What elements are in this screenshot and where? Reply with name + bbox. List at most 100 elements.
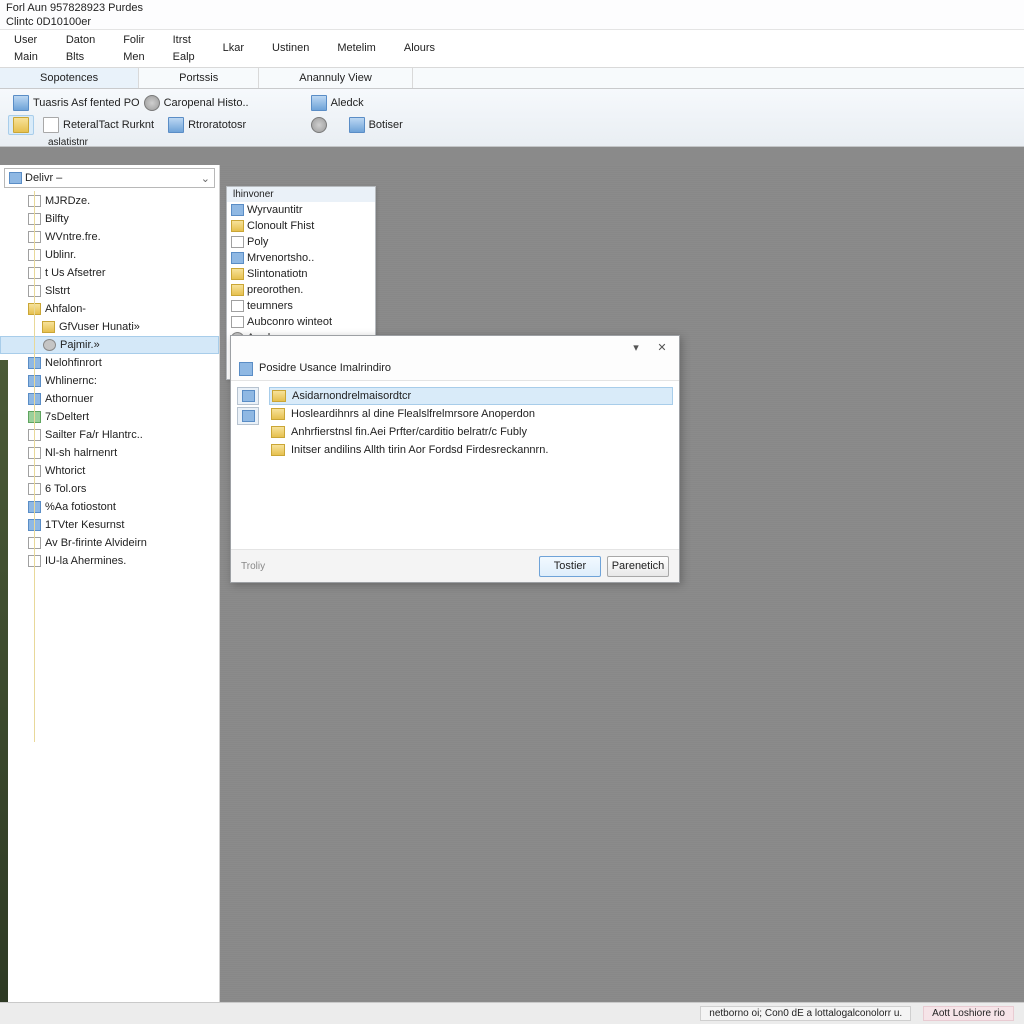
tree-item-19[interactable]: Av Br-firinte Alvideirn [0,534,219,552]
tree-item-icon [42,321,55,333]
tree-item-17[interactable]: %Aa fotiostont [0,498,219,516]
tree-item-4[interactable]: t Us Afsetrer [0,264,219,282]
dialog-row-2[interactable]: Anhrfierstnsl fin.Aei Prfter/carditio be… [269,423,673,441]
tool-btn-botiser[interactable]: Botiser [306,115,408,135]
tree-item-8[interactable]: Pajmir.» [0,336,219,354]
menu-lkar[interactable]: Lkar [209,30,258,67]
work-area: Delivr – ⌄ MJRDze. Bilfty WVntre.fre. Ublin… [0,165,1024,1002]
tree-item-15[interactable]: Whtorict [0,462,219,480]
dialog-tool-1[interactable] [237,387,259,405]
ribbon-tab-view[interactable]: Anannuly View [259,68,413,88]
tool-sublabel: aslatistnr [8,137,254,148]
menu-metelim[interactable]: Metelim [323,30,390,67]
tree-item-label: 1TVter Kesurnst [45,519,124,531]
folder-icon [271,444,285,456]
tree-item-6[interactable]: Ahfalon- [0,300,219,318]
flyout-item-icon [231,316,244,328]
tree-item-14[interactable]: Nl-sh halrnenrt [0,444,219,462]
flyout-item-label: Wyrvauntitr [247,204,303,216]
dialog-row-0[interactable]: Asidarnondrelmaisordtcr [269,387,673,405]
tree-item-13[interactable]: Sailter Fa/r Hlantrc.. [0,426,219,444]
tree-item-5[interactable]: Slstrt [0,282,219,300]
flyout-item-icon [231,236,244,248]
tree-item-20[interactable]: IU-la Ahermines. [0,552,219,570]
dialog-icon [239,362,253,376]
gear-icon [144,95,160,111]
tool-label-left: Tuasris Asf fented PO Caropenal Histo.. [8,93,254,113]
dialog-close-button[interactable]: ✕ [649,338,675,356]
sidebar-combo[interactable]: Delivr – ⌄ [4,168,215,188]
tree-item-9[interactable]: Nelohfinrort [0,354,219,372]
gear-icon [311,117,327,133]
tree-item-0[interactable]: MJRDze. [0,192,219,210]
dialog-tool-2[interactable] [237,407,259,425]
chevron-down-icon: ⌄ [201,172,210,185]
sidebar: Delivr – ⌄ MJRDze. Bilfty WVntre.fre. Ublin… [0,165,220,1002]
flyout-item-label: Mrvenortsho.. [247,252,314,264]
flyout-item-label: Clonoult Fhist [247,220,314,232]
flyout-item-7[interactable]: Aubconro winteot [227,314,375,330]
dialog-row-1[interactable]: Hosleardihnrs al dine Flealslfrelmrsore … [269,405,673,423]
tree-item-label: Av Br-firinte Alvideirn [45,537,147,549]
dialog: ▾ ✕ Posidre Usance Imalrindiro Asidarnon… [230,335,680,583]
dialog-minimize-button[interactable]: ▾ [623,338,649,356]
tool-btn-report[interactable]: ReteralTact Rurknt [38,115,159,135]
tree-item-3[interactable]: Ublinr. [0,246,219,264]
tree-item-label: MJRDze. [45,195,90,207]
flyout-item-2[interactable]: Poly [227,234,375,250]
tree-item-11[interactable]: Athornuer [0,390,219,408]
ribbon-tab-sopotences[interactable]: Sopotences [0,68,139,88]
ribbon: Sopotences Portssis Anannuly View [0,68,1024,89]
dialog-cancel-button[interactable]: Parenetich [607,556,669,577]
menu-folder[interactable]: FolirMen [109,30,158,67]
flyout-item-icon [231,268,244,280]
flyout-item-1[interactable]: Clonoult Fhist [227,218,375,234]
tool-btn-aledck[interactable]: Aledck [306,93,408,113]
flyout-item-0[interactable]: Wyrvauntitr [227,202,375,218]
tree-item-1[interactable]: Bilfty [0,210,219,228]
flyout-item-icon [231,300,244,312]
tree-item-18[interactable]: 1TVter Kesurnst [0,516,219,534]
tree-item-label: Whlinernc: [45,375,97,387]
tree-item-label: Whtorict [45,465,85,477]
tree-item-label: IU-la Ahermines. [45,555,126,567]
menu-itrst[interactable]: ItrstEalp [159,30,209,67]
grid-icon [242,410,255,422]
tree-item-label: Ublinr. [45,249,76,261]
dialog-body: AsidarnondrelmaisordtcrHosleardihnrs al … [231,380,679,550]
dialog-left-tools [237,387,263,543]
tree-item-label: Nl-sh halrnenrt [45,447,117,459]
menu-ustinen[interactable]: Ustinen [258,30,323,67]
tree-item-7[interactable]: GfVuser Hunati» [0,318,219,336]
tool-btn-rtro[interactable]: Rtroratotosr [163,115,251,135]
dialog-ok-button[interactable]: Tostier [539,556,601,577]
ribbon-tab-portssis[interactable]: Portssis [139,68,259,88]
tree-item-label: GfVuser Hunati» [59,321,140,333]
flyout-item-label: Aubconro winteot [247,316,332,328]
folder-icon [13,117,29,133]
flyout-item-6[interactable]: teumners [227,298,375,314]
menu-daton[interactable]: DatonBlts [52,30,109,67]
menu-alours[interactable]: Alours [390,30,449,67]
dialog-row-3[interactable]: Initser andilins Allth tirin Aor Fordsd … [269,441,673,459]
tree-guide-line [34,191,35,742]
tree-item-label: WVntre.fre. [45,231,101,243]
document-icon [43,117,59,133]
flyout-item-icon [231,284,244,296]
tree-item-12[interactable]: 7sDeltert [0,408,219,426]
tree-item-label: %Aa fotiostont [45,501,116,513]
tree-item-label: Slstrt [45,285,70,297]
flyout-item-5[interactable]: preorothen. [227,282,375,298]
app-icon [349,117,365,133]
tree-item-label: Bilfty [45,213,69,225]
tree-item-10[interactable]: Whlinernc: [0,372,219,390]
folder-icon [272,390,286,402]
tree-item-icon [43,339,56,351]
tree-item-2[interactable]: WVntre.fre. [0,228,219,246]
tree-item-16[interactable]: 6 Tol.ors [0,480,219,498]
flyout-item-3[interactable]: Mrvenortsho.. [227,250,375,266]
tool-btn-active[interactable] [8,115,34,135]
flyout-item-4[interactable]: Slintonatiotn [227,266,375,282]
flyout-title: lhinvoner [227,187,375,202]
menu-user[interactable]: UserMain [0,30,52,67]
